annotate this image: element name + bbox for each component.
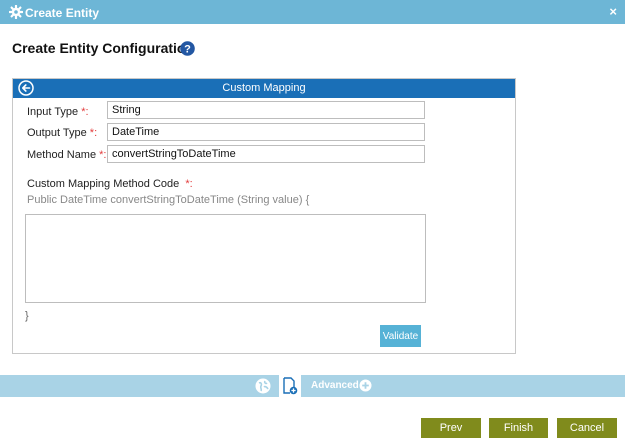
plus-circle-icon[interactable] [359, 379, 372, 392]
input-type-label: Input Type *: [27, 106, 89, 118]
window-titlebar: Create Entity × [0, 0, 625, 24]
custom-mapping-panel: Custom Mapping Input Type *: Output Type… [12, 78, 516, 354]
bottom-toolbar: Advanced [0, 375, 625, 397]
method-name-field[interactable] [107, 145, 425, 163]
panel-title: Custom Mapping [222, 82, 306, 94]
input-type-field[interactable] [107, 101, 425, 119]
code-signature: Public DateTime convertStringToDateTime … [27, 194, 310, 206]
gear-icon [9, 5, 23, 19]
method-name-label: Method Name *: [27, 149, 107, 161]
document-add-icon [283, 377, 298, 395]
validate-button[interactable]: Validate [380, 325, 421, 347]
close-icon[interactable]: × [609, 4, 617, 19]
document-add-tab[interactable] [279, 375, 301, 397]
code-closing-brace: } [25, 310, 29, 322]
code-label: Custom Mapping Method Code *: [27, 178, 193, 190]
page-title: Create Entity Configuration [12, 40, 195, 56]
svg-text:?: ? [184, 43, 191, 55]
help-icon[interactable]: ? [180, 41, 195, 56]
output-type-field[interactable] [107, 123, 425, 141]
advanced-label[interactable]: Advanced [311, 380, 359, 391]
method-code-textarea[interactable] [25, 214, 426, 303]
panel-header: Custom Mapping [13, 79, 515, 98]
window-title: Create Entity [25, 6, 100, 20]
prev-button[interactable]: Prev [421, 418, 481, 438]
finish-button[interactable]: Finish [489, 418, 548, 438]
cancel-button[interactable]: Cancel [557, 418, 617, 438]
globe-icon[interactable] [255, 378, 271, 394]
output-type-label: Output Type *: [27, 127, 98, 139]
